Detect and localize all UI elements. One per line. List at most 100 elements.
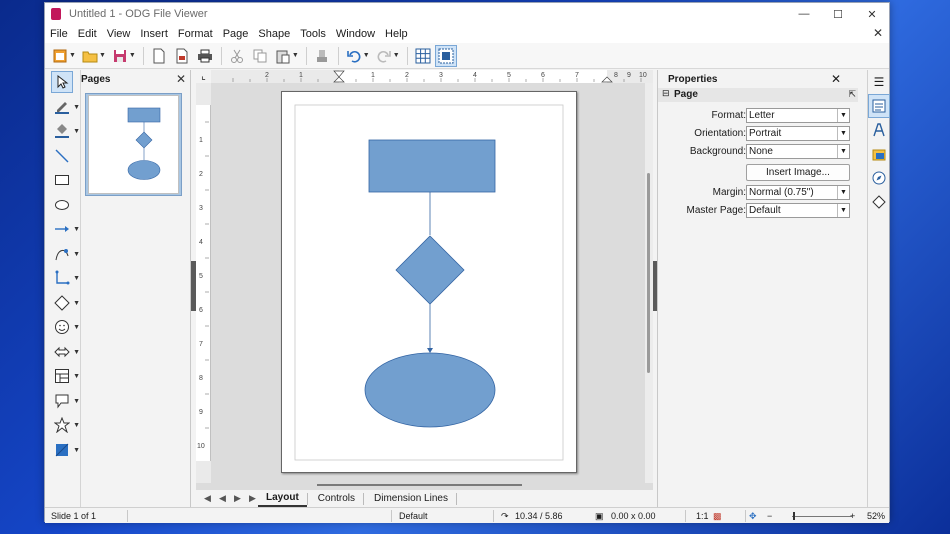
shapes-deck-icon[interactable]: [868, 190, 890, 214]
document-modified-icon[interactable]: ▩: [713, 511, 722, 522]
vertical-ruler[interactable]: 1 2 3 4 5 6 7 8 9 10: [196, 83, 211, 483]
undo-icon[interactable]: [343, 45, 365, 67]
tool-symbol-shapes[interactable]: ▼: [45, 315, 81, 340]
menu-window[interactable]: Window: [336, 28, 375, 40]
tool-connectors[interactable]: ▼: [45, 266, 81, 291]
navigator-deck-icon[interactable]: [868, 166, 890, 190]
master-page-label: Master Page:: [686, 205, 746, 216]
zoom-slider-handle[interactable]: [793, 512, 795, 520]
save-icon[interactable]: [109, 45, 131, 67]
properties-close-icon[interactable]: ✕: [831, 72, 841, 86]
3d-objects-dropdown-icon[interactable]: ▼: [73, 447, 80, 454]
minimize-icon[interactable]: —: [787, 3, 821, 25]
horizontal-scrollbar-thumb[interactable]: [317, 484, 522, 486]
page-thumbnail[interactable]: [85, 93, 182, 196]
menu-insert[interactable]: Insert: [140, 28, 168, 40]
tool-basic-shapes[interactable]: ▼: [45, 291, 81, 316]
last-tab-icon[interactable]: ▶: [249, 493, 256, 504]
previous-tab-icon[interactable]: ◀: [219, 493, 226, 504]
next-tab-icon[interactable]: ▶: [234, 493, 241, 504]
cut-icon[interactable]: [226, 45, 248, 67]
tool-flowchart[interactable]: ▼: [45, 364, 81, 389]
close-document-icon[interactable]: ✕: [873, 26, 883, 40]
connectors-dropdown-icon[interactable]: ▼: [73, 275, 80, 282]
menu-format[interactable]: Format: [178, 28, 213, 40]
ellipse-shape[interactable]: [364, 352, 496, 428]
pages-panel-close-icon[interactable]: ✕: [176, 72, 186, 86]
tool-3d-objects[interactable]: ▼: [45, 438, 81, 463]
curves-dropdown-icon[interactable]: ▼: [73, 251, 80, 258]
menu-edit[interactable]: Edit: [78, 28, 97, 40]
menu-shape[interactable]: Shape: [258, 28, 290, 40]
tool-curves[interactable]: ▼: [45, 242, 81, 267]
tool-line-color[interactable]: ▼: [45, 95, 81, 120]
ruler-tab-stop-icon[interactable]: ⌞: [196, 70, 211, 83]
first-tab-icon[interactable]: ◀: [204, 493, 211, 504]
tool-fill-color[interactable]: ▼: [45, 119, 81, 144]
callouts-dropdown-icon[interactable]: ▼: [73, 398, 80, 405]
diamond-shape[interactable]: [395, 235, 465, 305]
master-page-select[interactable]: Default ▼: [746, 203, 850, 218]
line-color-dropdown-icon[interactable]: ▼: [73, 104, 80, 111]
zoom-in-icon[interactable]: +: [850, 511, 855, 521]
tab-controls[interactable]: Controls: [310, 491, 363, 506]
menu-tools[interactable]: Tools: [300, 28, 326, 40]
export-pdf-icon[interactable]: [171, 45, 193, 67]
menu-page[interactable]: Page: [223, 28, 249, 40]
redo-icon[interactable]: [373, 45, 395, 67]
menu-help[interactable]: Help: [385, 28, 408, 40]
helplines-while-moving-icon[interactable]: [434, 44, 457, 67]
zoom-level-status[interactable]: 52%: [867, 511, 885, 521]
rectangle-shape[interactable]: [368, 139, 496, 193]
tool-block-arrows[interactable]: ▼: [45, 340, 81, 365]
tab-layout[interactable]: Layout: [258, 490, 307, 507]
fit-slide-icon[interactable]: ✥: [749, 511, 757, 522]
sidebar-menu-icon[interactable]: ☰: [868, 70, 890, 94]
tool-lines-arrows[interactable]: ▼: [45, 217, 81, 242]
flowchart-dropdown-icon[interactable]: ▼: [73, 373, 80, 380]
vertical-scrollbar-thumb[interactable]: [647, 173, 650, 373]
menu-view[interactable]: View: [107, 28, 131, 40]
page-section-header[interactable]: ⊟ Page ⇱: [658, 88, 858, 102]
horizontal-ruler[interactable]: 2 1 1 2 3 4 5 6 7 8 9 10: [211, 70, 653, 83]
block-arrows-dropdown-icon[interactable]: ▼: [73, 349, 80, 356]
symbol-shapes-dropdown-icon[interactable]: ▼: [73, 324, 80, 331]
zoom-out-icon[interactable]: −: [767, 511, 772, 521]
styles-deck-icon[interactable]: [868, 118, 890, 142]
margin-select[interactable]: Normal (0.75") ▼: [746, 185, 850, 200]
orientation-select[interactable]: Portrait ▼: [746, 126, 850, 141]
tool-ellipse[interactable]: [45, 193, 81, 218]
format-select[interactable]: Letter ▼: [746, 108, 850, 123]
tool-line[interactable]: [45, 144, 81, 169]
menu-file[interactable]: File: [50, 28, 68, 40]
tool-select[interactable]: [45, 70, 81, 95]
print-icon[interactable]: [194, 45, 216, 67]
background-select[interactable]: None ▼: [746, 144, 850, 159]
gallery-deck-icon[interactable]: [868, 142, 890, 166]
collapse-icon[interactable]: ⊟: [662, 88, 670, 99]
new-document-icon[interactable]: [49, 45, 71, 67]
tool-rectangle[interactable]: [45, 168, 81, 193]
copy-icon[interactable]: [249, 45, 271, 67]
zoom-slider[interactable]: [792, 516, 852, 517]
tool-stars[interactable]: ▼: [45, 413, 81, 438]
fill-color-dropdown-icon[interactable]: ▼: [73, 128, 80, 135]
stars-dropdown-icon[interactable]: ▼: [73, 422, 80, 429]
tab-dimension-lines[interactable]: Dimension Lines: [366, 491, 456, 506]
close-icon[interactable]: ✕: [855, 3, 889, 25]
properties-deck-icon[interactable]: [868, 94, 890, 118]
insert-image-button[interactable]: Insert Image...: [746, 164, 850, 181]
lines-arrows-dropdown-icon[interactable]: ▼: [73, 226, 80, 233]
tool-callouts[interactable]: ▼: [45, 389, 81, 414]
v-ruler-label: 4: [199, 239, 203, 246]
clone-formatting-icon[interactable]: [311, 45, 333, 67]
paste-icon[interactable]: [272, 45, 294, 67]
drawing-page[interactable]: [281, 91, 577, 473]
display-grid-icon[interactable]: [412, 45, 434, 67]
basic-shapes-dropdown-icon[interactable]: ▼: [73, 300, 80, 307]
more-options-icon[interactable]: ⇱: [848, 89, 856, 100]
margin-value: Normal (0.75"): [749, 187, 814, 198]
open-folder-icon[interactable]: [79, 45, 101, 67]
export-icon[interactable]: [148, 45, 170, 67]
maximize-icon[interactable]: ☐: [821, 3, 855, 25]
